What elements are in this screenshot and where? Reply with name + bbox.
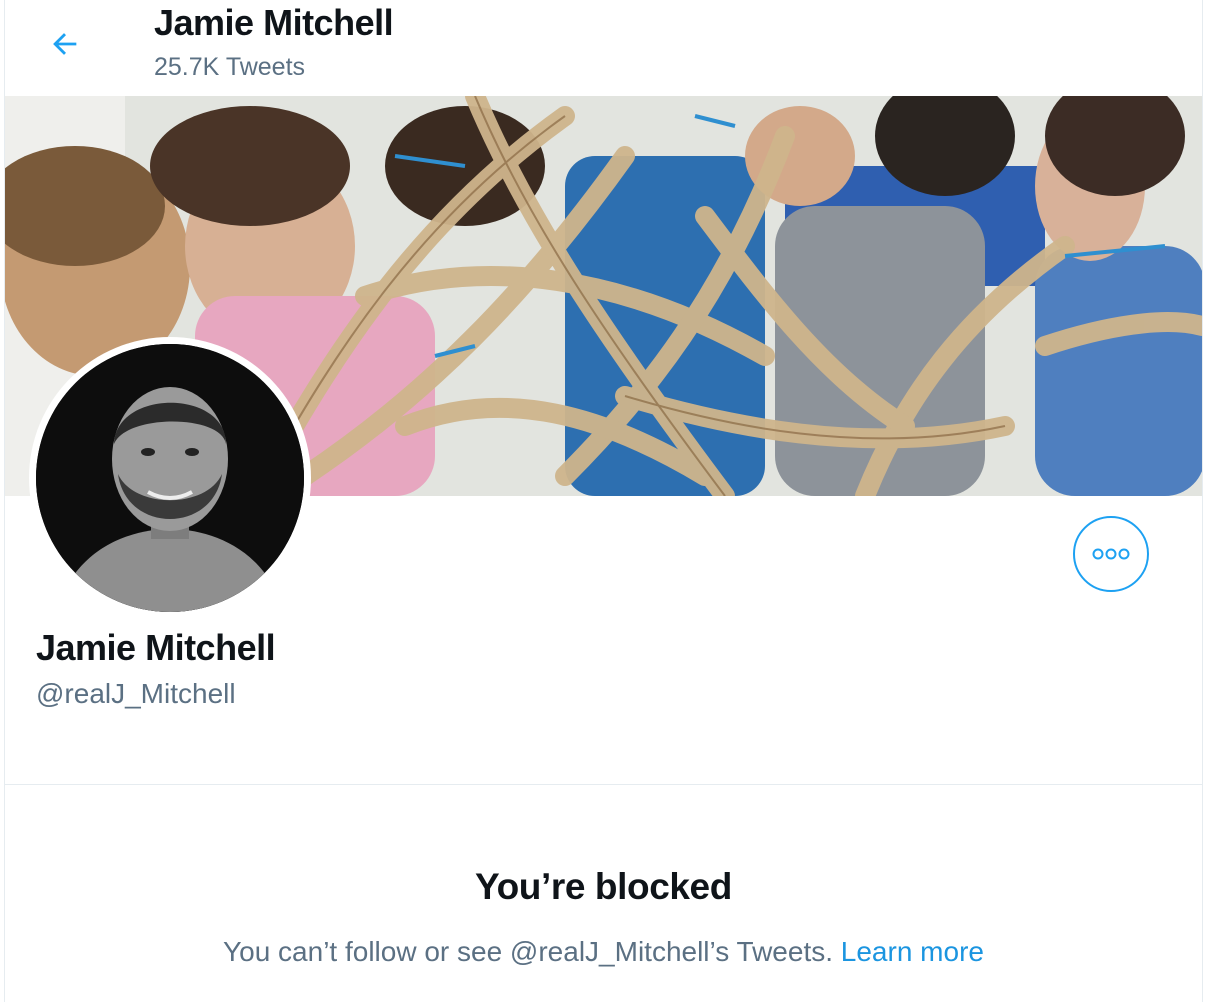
header-title: Jamie Mitchell <box>154 2 394 43</box>
blocked-title: You’re blocked <box>475 866 732 907</box>
more-options-icon <box>1092 548 1130 560</box>
back-arrow-icon <box>53 33 77 55</box>
avatar[interactable] <box>29 337 311 619</box>
avatar-illustration <box>36 344 304 612</box>
blocked-message-line: You can’t follow or see @realJ_Mitchell’… <box>5 936 1202 968</box>
profile-header-bar: Jamie Mitchell 25.7K Tweets <box>5 0 1202 96</box>
back-button[interactable] <box>39 18 91 70</box>
profile-handle: @realJ_Mitchell <box>36 678 236 709</box>
profile-column: Jamie Mitchell 25.7K Tweets Jamie Mitche… <box>4 0 1203 1002</box>
tweet-count: 25.7K Tweets <box>154 53 306 81</box>
avatar-photo <box>36 344 304 612</box>
profile-name: Jamie Mitchell <box>36 627 276 668</box>
blocked-message: You can’t follow or see @realJ_Mitchell’… <box>223 936 833 967</box>
learn-more-link[interactable]: Learn more <box>841 936 984 967</box>
divider <box>5 784 1202 785</box>
more-options-button[interactable] <box>1073 516 1149 592</box>
